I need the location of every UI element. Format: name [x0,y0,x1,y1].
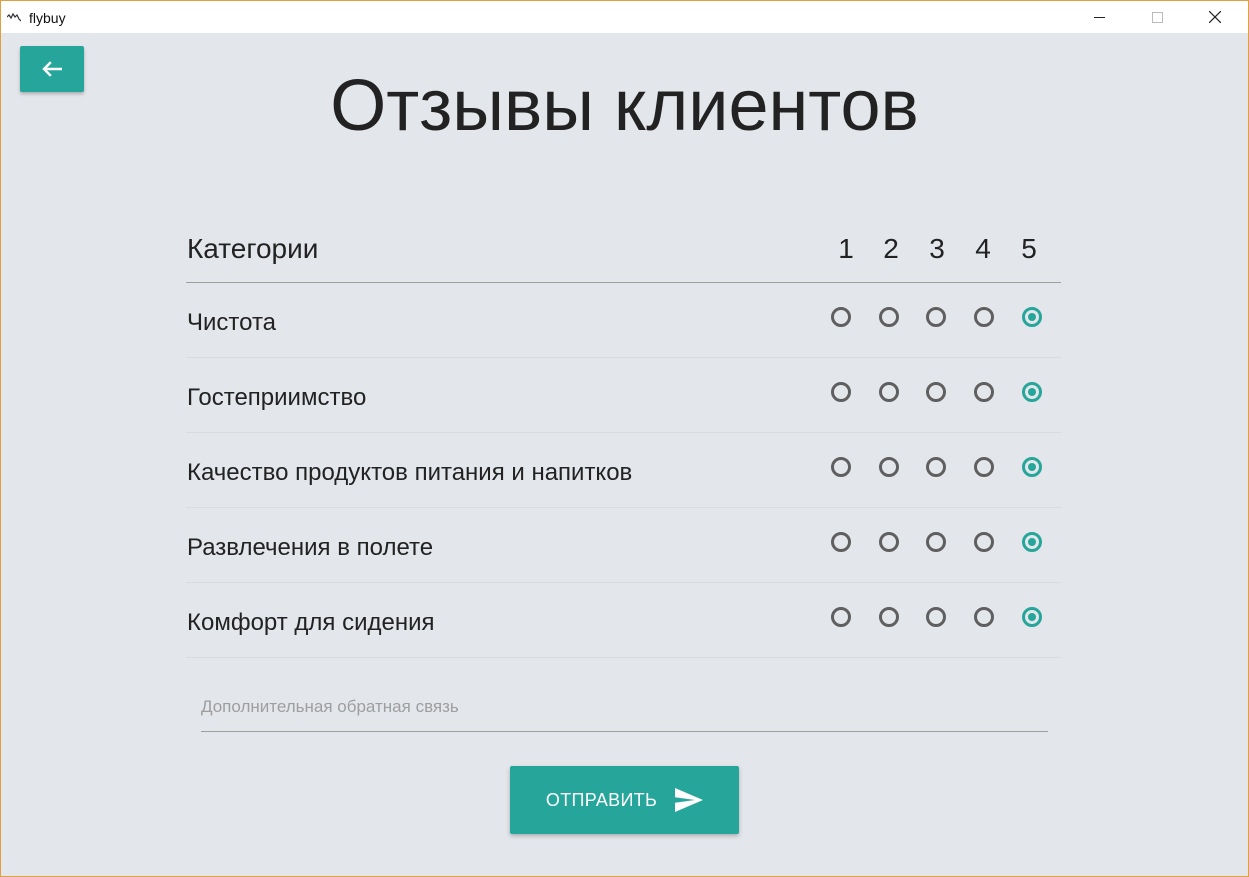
radio-option-4[interactable] [974,457,994,477]
page-title: Отзывы клиентов [330,66,919,146]
radio-option-1[interactable] [831,307,851,327]
radio-option-5[interactable] [1022,457,1042,477]
radio-option-3[interactable] [926,532,946,552]
rating-row-cleanliness: Чистота [186,283,1061,358]
radio-option-4[interactable] [974,532,994,552]
rating-row-seat-comfort: Комфорт для сидения [186,583,1061,658]
radio-option-4[interactable] [974,607,994,627]
radio-option-3[interactable] [926,457,946,477]
radio-option-4[interactable] [974,307,994,327]
scale-label-5: 5 [1021,233,1037,264]
rating-row-hospitality: Гостеприимство [186,358,1061,433]
radio-option-2[interactable] [879,532,899,552]
categories-header: Категории [187,233,319,264]
radio-option-1[interactable] [831,607,851,627]
row-label: Комфорт для сидения [187,609,435,636]
maximize-icon [1151,11,1163,23]
app-window: flybuy Отзывы клиентов Категории 1 2 3 4… [0,0,1249,877]
radio-option-5[interactable] [1022,307,1042,327]
close-icon [1209,11,1221,23]
table-header: Категории 1 2 3 4 5 [186,223,1061,283]
send-icon [675,788,704,812]
row-label: Качество продуктов питания и напитков [187,459,633,486]
radio-option-5[interactable] [1022,382,1042,402]
additional-feedback-input[interactable] [201,683,1048,732]
scale-label-2: 2 [883,233,899,264]
rating-row-food-quality: Качество продуктов питания и напитков [186,433,1061,508]
main-content: Отзывы клиентов Категории 1 2 3 4 5 Чист… [1,33,1248,876]
maximize-button[interactable] [1134,1,1180,33]
minimize-icon [1093,16,1105,18]
radio-option-5[interactable] [1022,532,1042,552]
radio-option-2[interactable] [879,382,899,402]
submit-button[interactable]: ОТПРАВИТЬ [510,766,739,834]
radio-option-3[interactable] [926,307,946,327]
submit-label: ОТПРАВИТЬ [545,789,658,810]
scale-label-1: 1 [838,233,854,264]
radio-option-2[interactable] [879,457,899,477]
row-label: Развлечения в полете [187,534,434,561]
minimize-button[interactable] [1076,1,1122,33]
app-logo-icon [7,12,21,22]
radio-option-4[interactable] [974,382,994,402]
radio-option-5[interactable] [1022,607,1042,627]
radio-option-2[interactable] [879,607,899,627]
radio-option-1[interactable] [831,382,851,402]
scale-label-4: 4 [975,233,991,264]
radio-option-2[interactable] [879,307,899,327]
radio-option-3[interactable] [926,607,946,627]
radio-option-3[interactable] [926,382,946,402]
app-title: flybuy [29,10,66,26]
row-label: Чистота [187,309,277,336]
radio-option-1[interactable] [831,532,851,552]
row-label: Гостеприимство [187,384,367,411]
rating-table: Категории 1 2 3 4 5 Чистота Гостеприимст… [186,223,1061,658]
title-bar: flybuy [1,1,1248,33]
rating-row-entertainment: Развлечения в полете [186,508,1061,583]
scale-label-3: 3 [929,233,945,264]
close-button[interactable] [1192,1,1238,33]
radio-option-1[interactable] [831,457,851,477]
